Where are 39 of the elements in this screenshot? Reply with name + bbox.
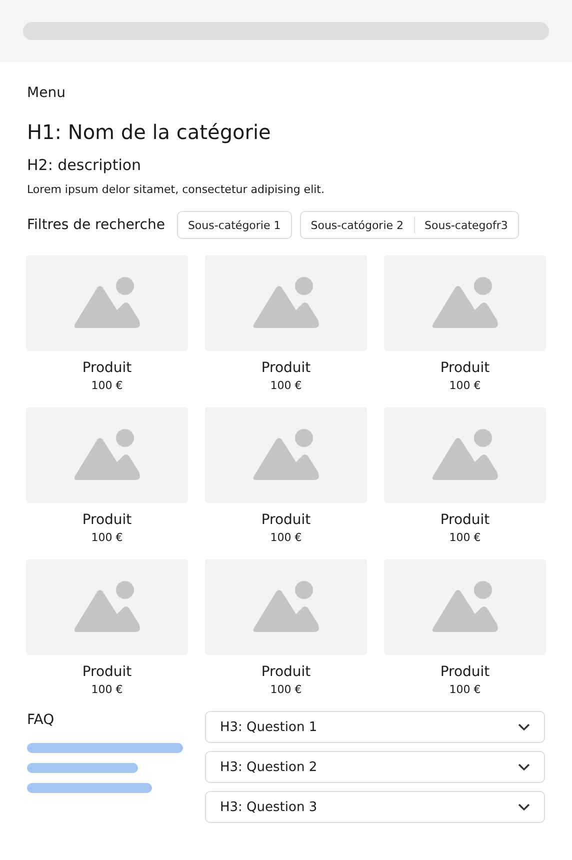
page-subtitle: H2: description: [27, 155, 142, 175]
product-name: Produit: [440, 511, 490, 529]
product-name: Produit: [82, 359, 132, 377]
image-icon: [73, 428, 141, 482]
faq-title: FAQ: [27, 711, 56, 729]
filter-chip[interactable]: Sous-catégorie 1: [178, 213, 291, 237]
filters-label: Filtres de recherche: [27, 217, 165, 233]
product-price: 100 €: [449, 683, 481, 697]
product-name: Produit: [261, 663, 311, 681]
product-price: 100 €: [449, 531, 481, 545]
image-icon: [252, 428, 320, 482]
image-icon: [431, 580, 499, 634]
page-title: H1: Nom de la catégorie: [27, 119, 272, 145]
product-name: Produit: [82, 511, 132, 529]
product-name: Produit: [261, 511, 311, 529]
image-icon: [252, 276, 320, 330]
menu-link[interactable]: Menu: [27, 84, 545, 102]
product-price: 100 €: [270, 379, 302, 393]
product-price: 100 €: [91, 531, 123, 545]
faq-question[interactable]: H3: Question 2: [205, 751, 545, 783]
filter-chip[interactable]: Sous-catógorie 2: [300, 213, 414, 237]
faq-question[interactable]: H3: Question 3: [205, 791, 545, 823]
product-name: Produit: [82, 663, 132, 681]
product-price: 100 €: [270, 531, 302, 545]
image-icon: [431, 428, 499, 482]
product-price: 100 €: [91, 683, 123, 697]
product-name: Produit: [440, 663, 490, 681]
image-icon: [431, 276, 499, 330]
product-price: 100 €: [449, 379, 481, 393]
product-price: 100 €: [91, 379, 123, 393]
product-name: Produit: [440, 359, 490, 377]
image-icon: [73, 276, 141, 330]
image-icon: [73, 580, 141, 634]
image-icon: [252, 580, 320, 634]
product-price: 100 €: [270, 683, 302, 697]
description-text: Lorem ipsum delor sitamet, consectetur adipising elit.: [27, 183, 326, 197]
faq-question[interactable]: H3: Question 1: [205, 711, 545, 743]
filter-chip[interactable]: Sous-categofr3: [414, 213, 518, 237]
product-name: Produit: [261, 359, 311, 377]
